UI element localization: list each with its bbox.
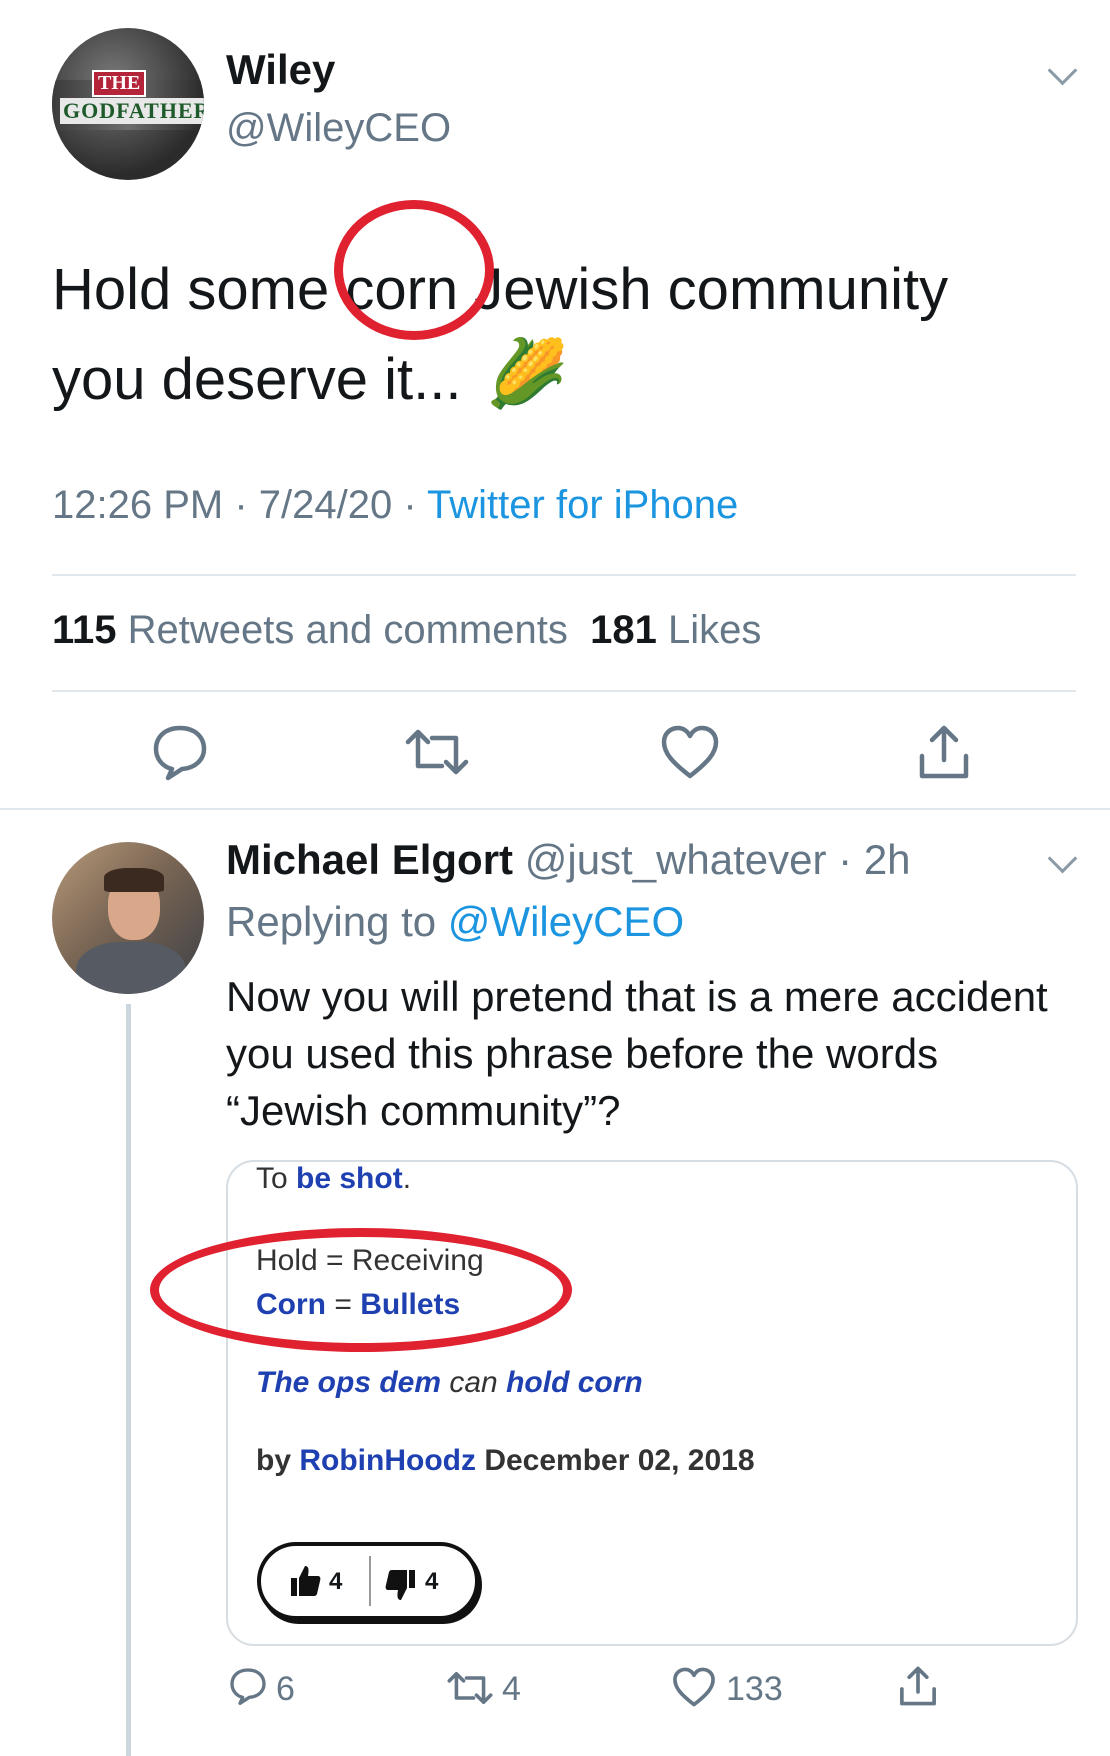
reply-share-button[interactable] bbox=[896, 1664, 940, 1712]
annotation-oval bbox=[150, 1228, 572, 1352]
up-vote-count: 4 bbox=[329, 1568, 343, 1595]
card-example-1: The ops dem bbox=[256, 1366, 442, 1399]
replying-prefix: Replying to bbox=[226, 898, 448, 945]
card-byline: by RobinHoodz December 02, 2018 bbox=[256, 1444, 755, 1478]
card-author: RobinHoodz bbox=[299, 1444, 476, 1477]
reply-author-avatar[interactable] bbox=[52, 842, 204, 994]
reply-reply-button[interactable]: 6 bbox=[228, 1662, 308, 1712]
chevron-down-icon[interactable] bbox=[1047, 55, 1078, 86]
annotation-circle bbox=[334, 200, 494, 340]
replying-to: Replying to @WileyCEO bbox=[226, 898, 684, 946]
likes-stat[interactable]: 181 Likes bbox=[590, 608, 761, 652]
corn-emoji-icon: 🌽 bbox=[486, 336, 569, 410]
card-example-2: can bbox=[441, 1366, 507, 1399]
reply-author-name[interactable]: Michael Elgort bbox=[226, 836, 513, 883]
card-example: The ops dem can hold corn bbox=[256, 1366, 643, 1400]
chevron-down-icon[interactable] bbox=[1047, 843, 1078, 874]
retweet-icon bbox=[405, 729, 469, 775]
heart-icon bbox=[661, 725, 719, 779]
avatar-text-the: THE bbox=[92, 70, 147, 97]
reply-text: Now you will pretend that is a mere acci… bbox=[226, 973, 1048, 1134]
thread-line bbox=[126, 1004, 131, 1756]
author-avatar[interactable]: THE GODFATHER bbox=[52, 28, 204, 180]
vote-separator bbox=[369, 1556, 371, 1606]
heart-icon bbox=[673, 1667, 715, 1707]
comment-icon bbox=[230, 1668, 266, 1705]
tweet-timestamp: 12:26 PM · 7/24/20 · bbox=[52, 483, 428, 527]
reply-like-button[interactable]: 133 bbox=[672, 1662, 802, 1712]
reply-like-count: 133 bbox=[726, 1670, 783, 1708]
down-vote-count: 4 bbox=[425, 1568, 439, 1595]
retweets-count: 115 bbox=[52, 608, 117, 652]
reply-author-meta[interactable]: @just_whatever · 2h bbox=[513, 836, 911, 883]
share-icon bbox=[919, 725, 969, 779]
thumbs-up-icon bbox=[291, 1566, 321, 1596]
tweet-text-part2: Jewish community bbox=[458, 257, 949, 322]
like-button[interactable] bbox=[660, 724, 720, 784]
avatar-hair bbox=[104, 868, 164, 892]
divider bbox=[52, 574, 1076, 576]
reply-retweet-count: 4 bbox=[502, 1670, 521, 1708]
avatar-shirt bbox=[76, 942, 186, 994]
share-button[interactable] bbox=[914, 722, 974, 782]
likes-count: 181 bbox=[590, 608, 657, 652]
likes-label: Likes bbox=[656, 608, 762, 652]
card-def-bold: be shot bbox=[296, 1162, 403, 1195]
avatar-text-godfather: GODFATHER bbox=[60, 98, 204, 124]
section-divider bbox=[0, 808, 1110, 810]
tweet-source-link[interactable]: Twitter for iPhone bbox=[427, 483, 738, 527]
reply-header: Michael Elgort @just_whatever · 2h bbox=[226, 836, 911, 884]
tweet-meta: 12:26 PM · 7/24/20 · Twitter for iPhone bbox=[52, 483, 738, 528]
comment-icon bbox=[153, 725, 207, 781]
retweets-stat[interactable]: 115 Retweets and comments bbox=[52, 608, 590, 652]
reply-retweet-button[interactable]: 4 bbox=[446, 1662, 546, 1712]
share-icon bbox=[900, 1666, 936, 1706]
reply-count: 6 bbox=[276, 1670, 295, 1708]
card-by: by bbox=[256, 1444, 300, 1477]
tweet-stats: 115 Retweets and comments 181 Likes bbox=[52, 608, 761, 653]
card-def-prefix: To bbox=[256, 1162, 297, 1195]
tweet-text-line2: you deserve it... bbox=[52, 347, 462, 412]
card-date: December 02, 2018 bbox=[475, 1444, 755, 1477]
retweet-icon bbox=[447, 1671, 493, 1705]
card-definition: To be shot. bbox=[256, 1162, 411, 1196]
replying-handle-link[interactable]: @WileyCEO bbox=[448, 898, 684, 945]
retweet-button[interactable] bbox=[404, 724, 469, 784]
tweet-text-part1: Hold some bbox=[52, 257, 346, 322]
author-name[interactable]: Wiley bbox=[226, 46, 335, 94]
divider bbox=[52, 690, 1076, 692]
vote-pill: 4 4 bbox=[257, 1542, 479, 1620]
card-example-3: hold corn bbox=[506, 1366, 643, 1399]
author-handle[interactable]: @WileyCEO bbox=[226, 106, 451, 151]
card-def-suffix: . bbox=[402, 1162, 412, 1195]
thumbs-down-icon bbox=[385, 1570, 415, 1600]
retweets-label: Retweets and comments bbox=[116, 608, 591, 652]
reply-button[interactable] bbox=[150, 722, 210, 782]
